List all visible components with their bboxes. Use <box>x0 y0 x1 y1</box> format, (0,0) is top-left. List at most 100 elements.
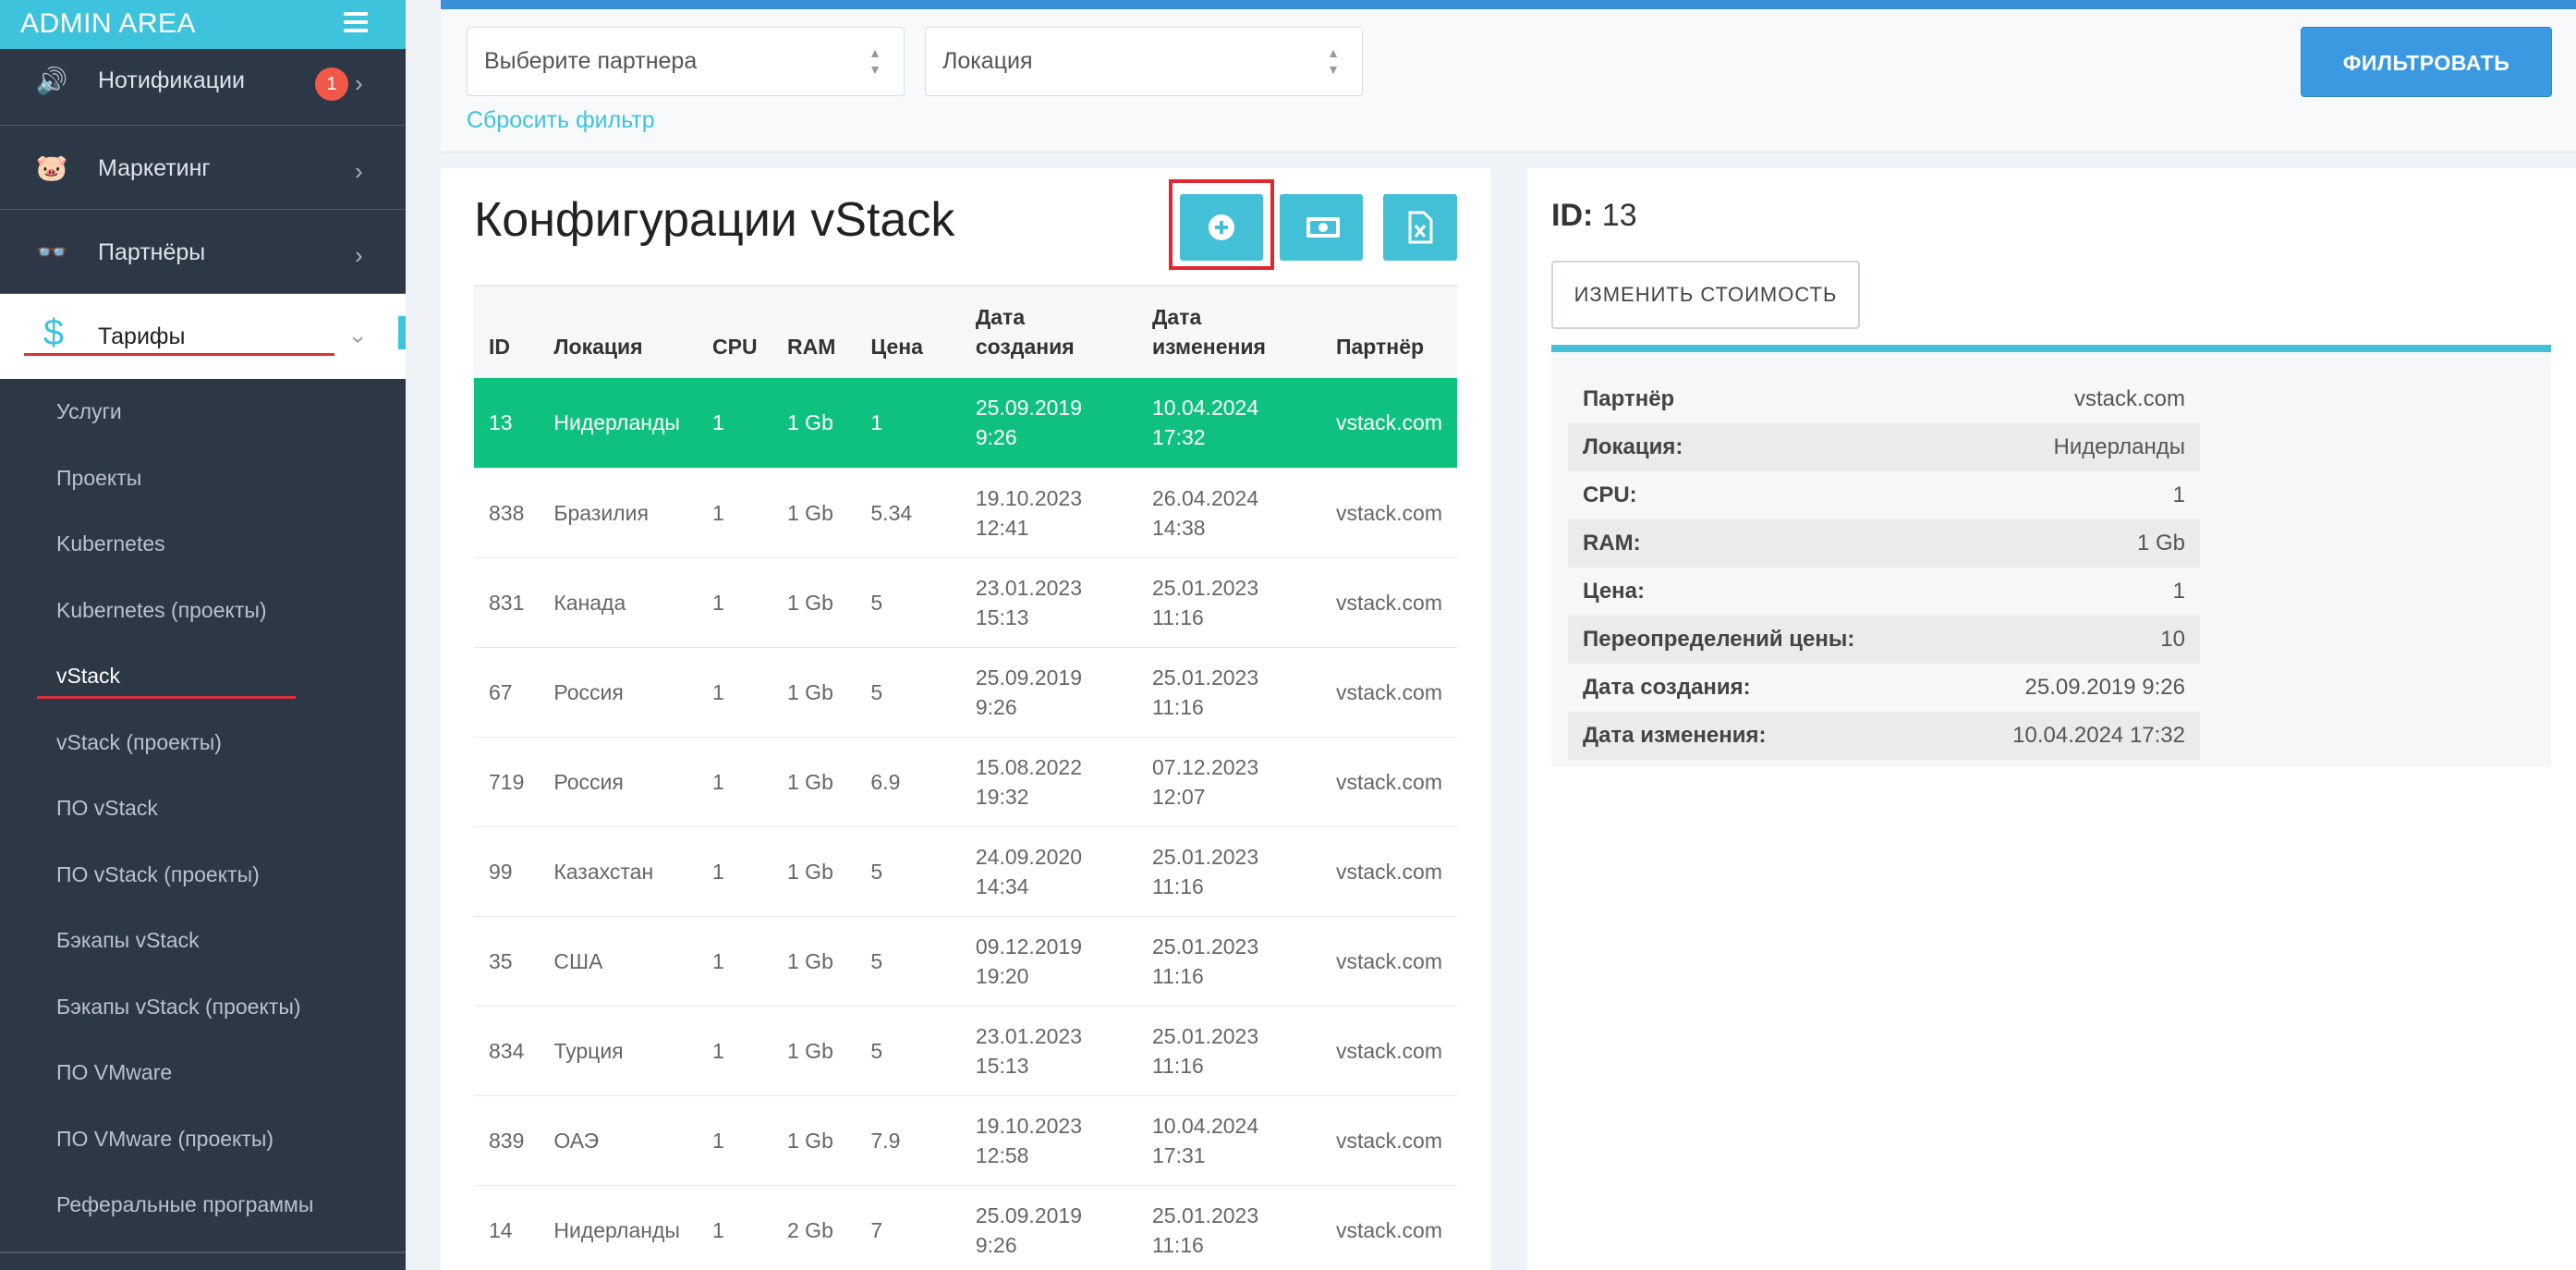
cell-updated: 25.01.2023 11:16 <box>1137 646 1321 737</box>
cell-location: Россия <box>539 736 699 826</box>
active-subitem-underline <box>37 696 296 699</box>
cell-id: 838 <box>474 467 540 557</box>
chevron-right-icon: › <box>355 69 363 97</box>
sidebar-item-partners[interactable]: 👓 Партнёры › <box>0 210 406 294</box>
sidebar-subitem-vstack-backups-projects[interactable]: Бэкапы vStack (проекты) <box>0 972 406 1039</box>
page-title: Конфигурации vStack <box>474 193 955 247</box>
column-header-updated[interactable]: Дата изменения <box>1137 285 1321 378</box>
dollar-icon: $ <box>43 312 65 353</box>
location-select[interactable]: Локация ▲ ▼ <box>925 27 1363 96</box>
sidebar-subitem-vmware-software[interactable]: ПО VMware <box>0 1038 406 1105</box>
cell-location: Россия <box>539 646 699 737</box>
table-row[interactable]: 99 Казахстан 1 1 Gb 5 24.09.2020 14:34 2… <box>474 825 1457 916</box>
table-row[interactable]: 35 США 1 1 Gb 5 09.12.2019 19:20 25.01.2… <box>474 915 1457 1006</box>
column-header-location[interactable]: Локация <box>539 285 699 378</box>
menu-toggle-icon[interactable] <box>344 12 368 32</box>
sidebar-subitem-kubernetes[interactable]: Kubernetes <box>0 509 406 576</box>
sidebar-subitem-services[interactable]: Услуги <box>0 377 406 444</box>
property-key: Партнёр <box>1583 386 1675 411</box>
cell-cpu: 1 <box>698 556 772 647</box>
sidebar-item-label: Нотификации <box>98 67 245 93</box>
detail-accent-bar <box>1551 345 2551 352</box>
property-row: RAM: 1 Gb <box>1568 519 2200 568</box>
subitem-label: ПО VMware (проекты) <box>56 1126 274 1151</box>
property-value: 1 Gb <box>1946 519 2200 568</box>
cell-price: 5.34 <box>856 467 961 557</box>
cell-price: 7.9 <box>856 1094 961 1185</box>
table-row[interactable]: 719 Россия 1 1 Gb 6.9 15.08.2022 19:32 0… <box>474 736 1457 826</box>
cell-price: 6.9 <box>856 736 961 826</box>
excel-file-icon <box>1408 211 1433 244</box>
sidebar-subitem-projects[interactable]: Проекты <box>0 444 406 510</box>
sidebar-subitem-referral-programs[interactable]: Реферальные программы <box>0 1170 406 1237</box>
glasses-icon: 👓 <box>35 238 68 266</box>
sidebar-item-marketing[interactable]: 🐷 Маркетинг › <box>0 126 406 210</box>
sidebar-item-tariffs[interactable]: $ Тарифы › <box>0 294 406 379</box>
table-row[interactable]: 831 Канада 1 1 Gb 5 23.01.2023 15:13 25.… <box>474 556 1457 647</box>
column-header-partner[interactable]: Партнёр <box>1320 285 1457 378</box>
table-row[interactable]: 839 ОАЭ 1 1 Gb 7.9 19.10.2023 12:58 10.0… <box>474 1094 1457 1185</box>
property-key: Дата создания: <box>1583 675 1751 700</box>
cell-id: 13 <box>474 378 540 468</box>
detail-id-value: 13 <box>1601 198 1637 233</box>
sidebar-item-notifications[interactable]: 🔊 Нотификации 1 › <box>0 49 406 126</box>
cell-id: 834 <box>474 1005 540 1095</box>
cell-ram: 1 Gb <box>772 646 857 737</box>
configurations-card: Конфигурации vStack ID Локация CPU RAM Ц… <box>441 168 1490 1270</box>
column-header-ram[interactable]: RAM <box>772 285 857 378</box>
change-price-button[interactable]: ИЗМЕНИТЬ СТОИМОСТЬ <box>1551 261 1860 329</box>
subitem-label: Бэкапы vStack <box>56 928 200 952</box>
table-row[interactable]: 13 Нидерланды 1 1 Gb 1 25.09.2019 9:26 1… <box>474 378 1457 468</box>
cell-partner: vstack.com <box>1320 556 1457 647</box>
partner-select[interactable]: Выберите партнера ▲ ▼ <box>467 27 905 96</box>
cell-location: Турция <box>539 1005 699 1095</box>
cell-partner: vstack.com <box>1320 1005 1457 1095</box>
table-row[interactable]: 14 Нидерланды 1 2 Gb 7 25.09.2019 9:26 2… <box>474 1184 1457 1270</box>
column-header-id[interactable]: ID <box>474 285 540 378</box>
cell-cpu: 1 <box>698 915 772 1006</box>
cell-id: 99 <box>474 825 540 916</box>
cell-location: Канада <box>539 556 699 647</box>
pricing-button[interactable] <box>1280 194 1363 261</box>
filter-panel: Выберите партнера ▲ ▼ Локация ▲ ▼ Сбросить… <box>441 0 2576 153</box>
property-value: vstack.com <box>2073 386 2185 411</box>
sidebar-subitem-vstack-software[interactable]: ПО vStack <box>0 774 406 840</box>
partner-select-placeholder: Выберите партнера <box>484 48 698 74</box>
cell-ram: 1 Gb <box>772 1094 857 1185</box>
cell-cpu: 1 <box>698 646 772 737</box>
sidebar-divider <box>0 1252 406 1253</box>
property-key: Цена: <box>1583 579 1646 604</box>
property-value: Нидерланды <box>1946 423 2200 471</box>
active-underline <box>24 353 334 356</box>
cell-price: 1 <box>856 378 961 468</box>
table-row[interactable]: 838 Бразилия 1 1 Gb 5.34 19.10.2023 12:4… <box>474 467 1457 557</box>
table-row[interactable]: 834 Турция 1 1 Gb 5 23.01.2023 15:13 25.… <box>474 1005 1457 1095</box>
money-bill-icon <box>1306 217 1340 238</box>
column-header-created[interactable]: Дата создания <box>960 285 1137 378</box>
cell-updated: 26.04.2024 14:38 <box>1137 467 1321 557</box>
filter-button[interactable]: ФИЛЬТРОВАТЬ <box>2301 27 2552 97</box>
cell-id: 14 <box>474 1184 540 1270</box>
cell-created: 09.12.2019 19:20 <box>960 915 1137 1006</box>
table-row[interactable]: 67 Россия 1 1 Gb 5 25.09.2019 9:26 25.01… <box>474 646 1457 737</box>
cell-cpu: 1 <box>698 1094 772 1185</box>
sidebar-subitem-vstack-software-projects[interactable]: ПО vStack (проекты) <box>0 840 406 907</box>
export-excel-button[interactable] <box>1383 194 1457 261</box>
cell-partner: vstack.com <box>1320 467 1457 557</box>
cell-partner: vstack.com <box>1320 1094 1457 1185</box>
sidebar: ADMIN AREA 🔊 Нотификации 1 › 🐷 Маркетинг… <box>0 0 406 1270</box>
sidebar-subitem-vmware-software-projects[interactable]: ПО VMware (проекты) <box>0 1105 406 1171</box>
column-header-cpu[interactable]: CPU <box>698 285 772 378</box>
property-row: Переопределений цены: 10 <box>1568 616 2200 664</box>
configurations-table: ID Локация CPU RAM Цена Дата создания Да… <box>474 285 1457 1270</box>
subitem-label: Бэкапы vStack (проекты) <box>56 994 301 1019</box>
cell-cpu: 1 <box>698 736 772 826</box>
sidebar-subitem-vstack-backups[interactable]: Бэкапы vStack <box>0 906 406 972</box>
sidebar-subitem-vstack-projects[interactable]: vStack (проекты) <box>0 708 406 775</box>
add-config-button[interactable] <box>1180 194 1263 261</box>
reset-filter-link[interactable]: Сбросить фильтр <box>467 107 655 134</box>
column-header-price[interactable]: Цена <box>856 285 961 378</box>
cell-location: ОАЭ <box>539 1094 699 1185</box>
sidebar-subitem-kubernetes-projects[interactable]: Kubernetes (проекты) <box>0 576 406 642</box>
chevron-down-icon: › <box>345 336 373 344</box>
